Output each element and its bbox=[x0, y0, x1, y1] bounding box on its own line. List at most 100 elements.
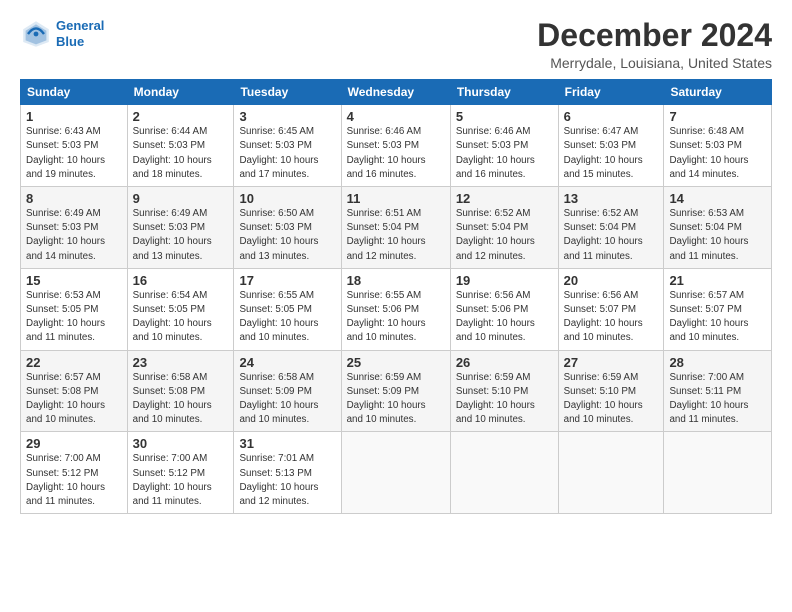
calendar-week-3: 15Sunrise: 6:53 AMSunset: 5:05 PMDayligh… bbox=[21, 268, 772, 350]
calendar-table: SundayMondayTuesdayWednesdayThursdayFrid… bbox=[20, 79, 772, 514]
day-number: 2 bbox=[133, 109, 229, 124]
day-info: Sunrise: 6:48 AMSunset: 5:03 PMDaylight:… bbox=[669, 125, 766, 182]
calendar-week-5: 29Sunrise: 7:00 AMSunset: 5:12 PMDayligh… bbox=[21, 432, 772, 514]
calendar-cell: 26Sunrise: 6:59 AMSunset: 5:10 PMDayligh… bbox=[450, 350, 558, 432]
day-number: 26 bbox=[456, 355, 553, 370]
day-info: Sunrise: 6:47 AMSunset: 5:03 PMDaylight:… bbox=[564, 125, 659, 182]
day-info: Sunrise: 6:57 AMSunset: 5:07 PMDaylight:… bbox=[669, 289, 766, 346]
day-info: Sunrise: 6:49 AMSunset: 5:03 PMDaylight:… bbox=[26, 207, 122, 264]
day-number: 5 bbox=[456, 109, 553, 124]
day-number: 15 bbox=[26, 273, 122, 288]
day-info: Sunrise: 6:44 AMSunset: 5:03 PMDaylight:… bbox=[133, 125, 229, 182]
day-number: 29 bbox=[26, 436, 122, 451]
day-info: Sunrise: 6:45 AMSunset: 5:03 PMDaylight:… bbox=[239, 125, 335, 182]
calendar-cell: 13Sunrise: 6:52 AMSunset: 5:04 PMDayligh… bbox=[558, 187, 664, 269]
calendar-cell bbox=[450, 432, 558, 514]
calendar-cell: 11Sunrise: 6:51 AMSunset: 5:04 PMDayligh… bbox=[341, 187, 450, 269]
calendar-cell: 22Sunrise: 6:57 AMSunset: 5:08 PMDayligh… bbox=[21, 350, 128, 432]
calendar-cell: 31Sunrise: 7:01 AMSunset: 5:13 PMDayligh… bbox=[234, 432, 341, 514]
calendar-cell: 9Sunrise: 6:49 AMSunset: 5:03 PMDaylight… bbox=[127, 187, 234, 269]
calendar-cell: 12Sunrise: 6:52 AMSunset: 5:04 PMDayligh… bbox=[450, 187, 558, 269]
day-number: 19 bbox=[456, 273, 553, 288]
calendar-cell: 5Sunrise: 6:46 AMSunset: 5:03 PMDaylight… bbox=[450, 105, 558, 187]
day-number: 12 bbox=[456, 191, 553, 206]
day-info: Sunrise: 6:55 AMSunset: 5:05 PMDaylight:… bbox=[239, 289, 335, 346]
weekday-header-monday: Monday bbox=[127, 80, 234, 105]
calendar-cell bbox=[341, 432, 450, 514]
month-title: December 2024 bbox=[537, 18, 772, 53]
day-info: Sunrise: 6:59 AMSunset: 5:09 PMDaylight:… bbox=[347, 371, 445, 428]
day-number: 17 bbox=[239, 273, 335, 288]
calendar-cell: 27Sunrise: 6:59 AMSunset: 5:10 PMDayligh… bbox=[558, 350, 664, 432]
logo: General Blue bbox=[20, 18, 104, 50]
day-number: 27 bbox=[564, 355, 659, 370]
day-number: 30 bbox=[133, 436, 229, 451]
calendar-cell: 17Sunrise: 6:55 AMSunset: 5:05 PMDayligh… bbox=[234, 268, 341, 350]
day-info: Sunrise: 6:52 AMSunset: 5:04 PMDaylight:… bbox=[456, 207, 553, 264]
day-info: Sunrise: 7:01 AMSunset: 5:13 PMDaylight:… bbox=[239, 452, 335, 509]
day-number: 23 bbox=[133, 355, 229, 370]
calendar-cell: 25Sunrise: 6:59 AMSunset: 5:09 PMDayligh… bbox=[341, 350, 450, 432]
day-info: Sunrise: 6:55 AMSunset: 5:06 PMDaylight:… bbox=[347, 289, 445, 346]
day-number: 24 bbox=[239, 355, 335, 370]
day-number: 16 bbox=[133, 273, 229, 288]
day-info: Sunrise: 6:49 AMSunset: 5:03 PMDaylight:… bbox=[133, 207, 229, 264]
day-number: 21 bbox=[669, 273, 766, 288]
day-info: Sunrise: 6:56 AMSunset: 5:06 PMDaylight:… bbox=[456, 289, 553, 346]
weekday-row: SundayMondayTuesdayWednesdayThursdayFrid… bbox=[21, 80, 772, 105]
weekday-header-saturday: Saturday bbox=[664, 80, 772, 105]
day-info: Sunrise: 6:56 AMSunset: 5:07 PMDaylight:… bbox=[564, 289, 659, 346]
weekday-header-friday: Friday bbox=[558, 80, 664, 105]
weekday-header-thursday: Thursday bbox=[450, 80, 558, 105]
calendar-cell: 16Sunrise: 6:54 AMSunset: 5:05 PMDayligh… bbox=[127, 268, 234, 350]
day-number: 10 bbox=[239, 191, 335, 206]
logo-line1: General bbox=[56, 18, 104, 33]
location-subtitle: Merrydale, Louisiana, United States bbox=[537, 55, 772, 71]
day-number: 3 bbox=[239, 109, 335, 124]
calendar-week-2: 8Sunrise: 6:49 AMSunset: 5:03 PMDaylight… bbox=[21, 187, 772, 269]
day-number: 31 bbox=[239, 436, 335, 451]
calendar-cell: 19Sunrise: 6:56 AMSunset: 5:06 PMDayligh… bbox=[450, 268, 558, 350]
day-number: 4 bbox=[347, 109, 445, 124]
calendar-week-4: 22Sunrise: 6:57 AMSunset: 5:08 PMDayligh… bbox=[21, 350, 772, 432]
day-info: Sunrise: 6:51 AMSunset: 5:04 PMDaylight:… bbox=[347, 207, 445, 264]
calendar-cell: 8Sunrise: 6:49 AMSunset: 5:03 PMDaylight… bbox=[21, 187, 128, 269]
day-number: 8 bbox=[26, 191, 122, 206]
calendar-cell: 3Sunrise: 6:45 AMSunset: 5:03 PMDaylight… bbox=[234, 105, 341, 187]
day-info: Sunrise: 6:54 AMSunset: 5:05 PMDaylight:… bbox=[133, 289, 229, 346]
day-info: Sunrise: 6:53 AMSunset: 5:04 PMDaylight:… bbox=[669, 207, 766, 264]
day-number: 7 bbox=[669, 109, 766, 124]
day-number: 6 bbox=[564, 109, 659, 124]
calendar-cell: 30Sunrise: 7:00 AMSunset: 5:12 PMDayligh… bbox=[127, 432, 234, 514]
day-info: Sunrise: 7:00 AMSunset: 5:12 PMDaylight:… bbox=[26, 452, 122, 509]
day-number: 18 bbox=[347, 273, 445, 288]
weekday-header-tuesday: Tuesday bbox=[234, 80, 341, 105]
page-container: General Blue December 2024 Merrydale, Lo… bbox=[0, 0, 792, 524]
calendar-body: 1Sunrise: 6:43 AMSunset: 5:03 PMDaylight… bbox=[21, 105, 772, 514]
title-block: December 2024 Merrydale, Louisiana, Unit… bbox=[537, 18, 772, 71]
day-info: Sunrise: 6:43 AMSunset: 5:03 PMDaylight:… bbox=[26, 125, 122, 182]
logo-icon bbox=[20, 18, 52, 50]
day-number: 28 bbox=[669, 355, 766, 370]
day-info: Sunrise: 6:59 AMSunset: 5:10 PMDaylight:… bbox=[564, 371, 659, 428]
header: General Blue December 2024 Merrydale, Lo… bbox=[20, 18, 772, 71]
day-info: Sunrise: 6:58 AMSunset: 5:09 PMDaylight:… bbox=[239, 371, 335, 428]
day-number: 13 bbox=[564, 191, 659, 206]
day-info: Sunrise: 6:57 AMSunset: 5:08 PMDaylight:… bbox=[26, 371, 122, 428]
day-number: 25 bbox=[347, 355, 445, 370]
logo-line2: Blue bbox=[56, 34, 84, 49]
day-info: Sunrise: 6:58 AMSunset: 5:08 PMDaylight:… bbox=[133, 371, 229, 428]
day-number: 20 bbox=[564, 273, 659, 288]
calendar-cell: 2Sunrise: 6:44 AMSunset: 5:03 PMDaylight… bbox=[127, 105, 234, 187]
day-number: 9 bbox=[133, 191, 229, 206]
calendar-cell: 24Sunrise: 6:58 AMSunset: 5:09 PMDayligh… bbox=[234, 350, 341, 432]
calendar-cell: 20Sunrise: 6:56 AMSunset: 5:07 PMDayligh… bbox=[558, 268, 664, 350]
weekday-header-wednesday: Wednesday bbox=[341, 80, 450, 105]
calendar-cell: 23Sunrise: 6:58 AMSunset: 5:08 PMDayligh… bbox=[127, 350, 234, 432]
calendar-cell: 10Sunrise: 6:50 AMSunset: 5:03 PMDayligh… bbox=[234, 187, 341, 269]
day-number: 22 bbox=[26, 355, 122, 370]
logo-text: General Blue bbox=[56, 18, 104, 49]
calendar-cell: 21Sunrise: 6:57 AMSunset: 5:07 PMDayligh… bbox=[664, 268, 772, 350]
day-info: Sunrise: 7:00 AMSunset: 5:12 PMDaylight:… bbox=[133, 452, 229, 509]
calendar-cell: 4Sunrise: 6:46 AMSunset: 5:03 PMDaylight… bbox=[341, 105, 450, 187]
